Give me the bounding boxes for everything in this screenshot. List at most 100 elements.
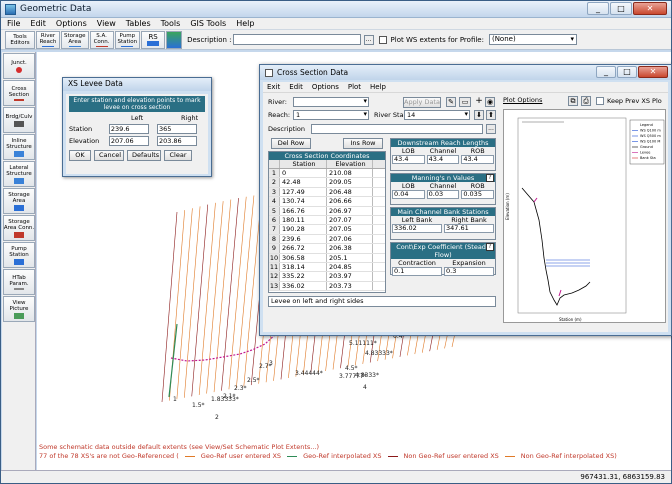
cross-section-line[interactable] bbox=[184, 206, 201, 398]
elevation-cell[interactable]: 209.05 bbox=[327, 178, 373, 187]
xs-minimize-button[interactable]: _ bbox=[596, 66, 616, 78]
menu-tools[interactable]: Tools bbox=[161, 19, 181, 28]
levee-elevation-left-input[interactable]: 207.06 bbox=[108, 136, 149, 146]
levee-elevation-right-input[interactable]: 203.86 bbox=[156, 136, 197, 146]
table-row[interactable]: 5 166.76 206.97 bbox=[269, 206, 385, 217]
pump-station-tool-button[interactable]: Pump Station bbox=[3, 242, 35, 268]
menu-help[interactable]: Help bbox=[236, 19, 254, 28]
elevation-cell[interactable]: 203.97 bbox=[327, 272, 373, 281]
del-row-button[interactable]: Del Row bbox=[271, 138, 311, 149]
print-plot-icon[interactable]: ⎙ bbox=[581, 96, 591, 106]
table-row[interactable]: 8 239.6 207.06 bbox=[269, 234, 385, 245]
cross-section-line[interactable] bbox=[228, 196, 247, 390]
menu-edit[interactable]: Edit bbox=[30, 19, 46, 28]
station-cell[interactable]: 335.22 bbox=[280, 272, 327, 281]
xs-menu-options[interactable]: Options bbox=[312, 82, 339, 92]
add-icon[interactable]: + bbox=[474, 97, 484, 107]
table-row[interactable]: 3 127.49 206.48 bbox=[269, 187, 385, 198]
cross-section-line[interactable] bbox=[221, 198, 239, 391]
levee-ok-button[interactable]: OK bbox=[69, 150, 91, 161]
lateral-structure-button[interactable]: Lateral Structure bbox=[3, 161, 35, 187]
levee-clear-button[interactable]: Clear bbox=[164, 150, 192, 161]
reach-rob-input[interactable]: 43.4 bbox=[461, 155, 495, 164]
station-cell[interactable]: 42.48 bbox=[280, 178, 327, 187]
edit-xs-icon[interactable]: ✎ bbox=[446, 97, 456, 107]
table-row[interactable]: 9 266.72 206.38 bbox=[269, 244, 385, 254]
station-cell[interactable]: 166.76 bbox=[280, 206, 327, 216]
table-row[interactable]: 7 190.28 207.05 bbox=[269, 225, 385, 235]
bridge-culvert-button[interactable]: Brdg/Culv bbox=[3, 107, 35, 133]
menu-file[interactable]: File bbox=[7, 19, 20, 28]
elevation-cell[interactable]: 207.06 bbox=[327, 234, 373, 244]
xs-description-input[interactable] bbox=[311, 124, 483, 134]
menu-gis-tools[interactable]: GIS Tools bbox=[190, 19, 226, 28]
ins-row-button[interactable]: Ins Row bbox=[343, 138, 383, 149]
station-cell[interactable]: 130.74 bbox=[280, 197, 327, 206]
table-row[interactable]: 6 180.11 207.07 bbox=[269, 216, 385, 226]
geo-ref-xs-line[interactable] bbox=[168, 323, 178, 398]
xs-menu-edit[interactable]: Edit bbox=[289, 82, 303, 92]
reach-select[interactable]: 1 bbox=[293, 110, 369, 120]
station-cell[interactable]: 0 bbox=[280, 169, 327, 178]
storage-area-button[interactable]: Storage Area bbox=[61, 30, 89, 49]
contraction-input[interactable]: 0.1 bbox=[392, 267, 442, 276]
elevation-cell[interactable]: 206.66 bbox=[327, 197, 373, 206]
view-picture-button[interactable]: View Picture bbox=[3, 296, 35, 322]
copy-plot-icon[interactable]: ⧉ bbox=[568, 96, 578, 106]
close-button[interactable]: ✕ bbox=[633, 2, 667, 15]
elevation-cell[interactable]: 210.08 bbox=[327, 169, 373, 178]
elevation-cell[interactable]: 206.38 bbox=[327, 244, 373, 253]
arrow-up-icon[interactable]: ⬆ bbox=[486, 110, 496, 120]
levee-cancel-button[interactable]: Cancel bbox=[94, 150, 124, 161]
plot-options-link[interactable]: Plot Options bbox=[503, 96, 542, 104]
apply-data-button[interactable]: Apply Data bbox=[403, 97, 441, 108]
cross-section-line[interactable] bbox=[236, 195, 255, 388]
arrow-down-icon[interactable]: ⬇ bbox=[474, 110, 484, 120]
inline-structure-button[interactable]: Inline Structure bbox=[3, 134, 35, 160]
htab-param-button[interactable]: HTab Param. bbox=[3, 269, 35, 295]
levee-defaults-button[interactable]: Defaults bbox=[127, 150, 161, 161]
plot-ws-checkbox[interactable] bbox=[378, 35, 387, 44]
reach-lob-input[interactable]: 43.4 bbox=[392, 155, 425, 164]
coefficient-help-icon[interactable]: ? bbox=[486, 243, 494, 251]
cross-section-line[interactable] bbox=[198, 202, 216, 395]
levee-station-left-input[interactable]: 239.6 bbox=[108, 124, 149, 134]
table-row[interactable]: 10 306.58 205.1 bbox=[269, 253, 385, 264]
right-bank-input[interactable]: 347.61 bbox=[444, 224, 494, 233]
xs-coordinates-table[interactable]: Cross Section Coordinates Station Elevat… bbox=[268, 151, 386, 293]
station-cell[interactable]: 306.58 bbox=[280, 253, 327, 263]
station-cell[interactable]: 318.14 bbox=[280, 263, 327, 272]
table-row[interactable]: 13 336.02 203.73 bbox=[269, 281, 385, 292]
table-row[interactable]: 2 42.48 209.05 bbox=[269, 178, 385, 188]
minimize-button[interactable]: _ bbox=[587, 2, 609, 15]
description-ellipsis-button[interactable]: ... bbox=[363, 34, 374, 45]
mannings-help-icon[interactable]: ? bbox=[486, 174, 494, 182]
mannings-channel-input[interactable]: 0.03 bbox=[426, 190, 460, 199]
description-input[interactable] bbox=[232, 34, 361, 45]
table-row[interactable]: 12 335.22 203.97 bbox=[269, 272, 385, 282]
elevation-cell[interactable]: 203.73 bbox=[327, 281, 373, 291]
xs-menu-help[interactable]: Help bbox=[370, 82, 386, 92]
junction-button[interactable]: Junct. bbox=[3, 53, 35, 79]
left-bank-input[interactable]: 336.02 bbox=[392, 224, 442, 233]
expansion-input[interactable]: 0.3 bbox=[444, 267, 494, 276]
profile-select[interactable]: (None) bbox=[488, 34, 577, 45]
xs-close-button[interactable]: ✕ bbox=[638, 66, 668, 78]
river-station-select[interactable]: 14 bbox=[404, 110, 470, 120]
river-reach-button[interactable]: River Reach bbox=[36, 30, 60, 49]
xs-description-ellipsis[interactable]: ... bbox=[486, 124, 496, 134]
table-row[interactable]: 11 318.14 204.85 bbox=[269, 263, 385, 273]
xs-menu-exit[interactable]: Exit bbox=[267, 82, 280, 92]
camera-icon[interactable]: ◉ bbox=[485, 97, 495, 107]
table-row[interactable]: 4 130.74 206.66 bbox=[269, 197, 385, 207]
gis-map-button[interactable] bbox=[166, 30, 183, 49]
cross-section-line[interactable] bbox=[206, 201, 224, 394]
sa-connection-button[interactable]: S.A. Conn. bbox=[89, 30, 114, 49]
cross-section-line[interactable] bbox=[176, 208, 193, 400]
elevation-cell[interactable]: 204.85 bbox=[327, 263, 373, 272]
station-cell[interactable]: 239.6 bbox=[280, 234, 327, 244]
keep-prev-xs-checkbox[interactable] bbox=[596, 97, 604, 105]
rs-button[interactable]: RS bbox=[141, 30, 166, 49]
mannings-rob-input[interactable]: 0.035 bbox=[461, 190, 495, 199]
menu-options[interactable]: Options bbox=[56, 19, 87, 28]
